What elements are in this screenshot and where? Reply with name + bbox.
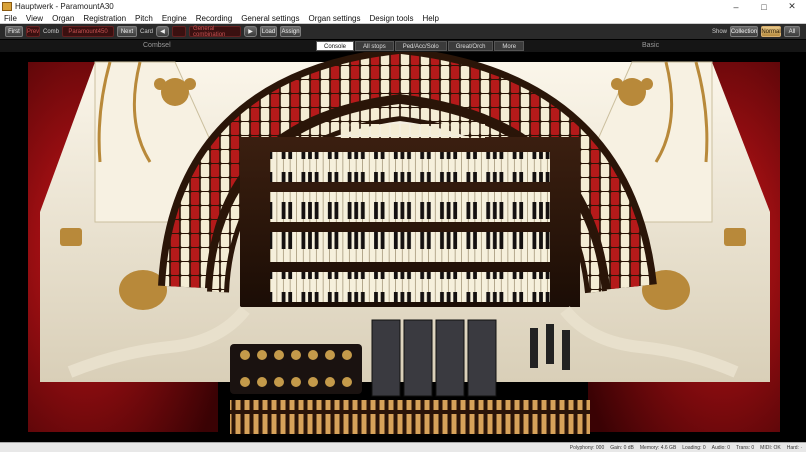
tab-great-orch[interactable]: Great/Orch [447, 41, 494, 51]
status-midi: MIDI: OK [760, 444, 781, 451]
status-trans: Trans: 0 [736, 444, 755, 451]
manual-4 [270, 272, 550, 302]
toolbar: First Prev Comb Paramount450 Next Card ◀… [0, 24, 806, 39]
status-gain: Gain: 0 dB [610, 444, 634, 451]
show-all-button[interactable]: All [784, 26, 800, 37]
panel-title-row: Combsel Console All stops Ped/Acc/Solo G… [0, 40, 806, 52]
tab-all-stops[interactable]: All stops [355, 41, 394, 51]
menu-file[interactable]: File [0, 14, 22, 23]
center-tablets [340, 124, 485, 138]
menu-registration[interactable]: Registration [79, 14, 131, 23]
load-button[interactable]: Load [260, 26, 278, 37]
assign-button[interactable]: Assign [280, 26, 302, 37]
pedalboard [230, 400, 590, 434]
menu-design-tools[interactable]: Design tools [366, 14, 419, 23]
tab-more[interactable]: More [494, 41, 525, 51]
hauptwerk-window: Hauptwerk - ParamountA30 – □ ✕ File View… [0, 0, 806, 452]
prev-button[interactable]: Prev [26, 26, 40, 37]
menu-recording[interactable]: Recording [192, 14, 237, 23]
menu-pitch[interactable]: Pitch [131, 14, 158, 23]
menu-bar: File View Organ Registration Pitch Engin… [0, 13, 806, 24]
card-label: Card [140, 28, 154, 35]
maximize-icon[interactable]: □ [750, 2, 778, 12]
status-polyphony: Polyphony: 000 [569, 444, 605, 451]
show-label: Show [711, 28, 727, 35]
toe-levers [530, 324, 570, 370]
right-arrow-icon[interactable]: ▶ [244, 26, 258, 37]
screen-tabs: Console All stops Ped/Acc/Solo Great/Orc… [316, 41, 525, 51]
minimize-icon[interactable]: – [722, 2, 750, 12]
menu-view[interactable]: View [22, 14, 48, 23]
manual-2 [270, 192, 550, 222]
status-bar: Polyphony: 000 Gain: 0 dB Memory: 4.6 GB… [0, 442, 806, 452]
first-button[interactable]: First [5, 26, 23, 37]
title-bar: Hauptwerk - ParamountA30 – □ ✕ [0, 0, 806, 13]
combination-field[interactable]: Paramount450 [62, 26, 115, 37]
menu-engine[interactable]: Engine [158, 14, 192, 23]
left-panel-title: Combsel [143, 42, 171, 49]
status-audio: Audio: 0 [711, 444, 730, 451]
menu-help[interactable]: Help [419, 14, 444, 23]
show-normal-button[interactable]: Normal [761, 26, 781, 37]
next-button[interactable]: Next [117, 26, 138, 37]
manual-3 [270, 232, 550, 262]
show-collection-button[interactable]: Collection [730, 26, 758, 37]
organ-console-image [28, 52, 780, 434]
right-panel-title: Basic [642, 42, 660, 49]
status-hard: Hard: · [786, 444, 802, 451]
status-loading: Loading: 0 [682, 444, 706, 451]
manual-1 [270, 152, 550, 182]
left-arrow-icon[interactable]: ◀ [156, 26, 170, 37]
card-field[interactable] [172, 26, 187, 37]
tab-console[interactable]: Console [316, 41, 355, 51]
menu-general-settings[interactable]: General settings [237, 14, 304, 23]
status-memory: Memory: 4.6 GB [639, 444, 677, 451]
app-icon [2, 2, 12, 11]
organ-console-view [0, 52, 806, 442]
comb-label: Comb [43, 28, 60, 35]
menu-organ[interactable]: Organ [48, 14, 79, 23]
tab-ped-acc-solo[interactable]: Ped/Acc/Solo [394, 41, 447, 51]
menu-organ-settings[interactable]: Organ settings [304, 14, 365, 23]
window-title: Hauptwerk - ParamountA30 [15, 2, 114, 11]
close-icon[interactable]: ✕ [778, 1, 806, 12]
combination-slot-field[interactable]: General combination [189, 26, 242, 38]
